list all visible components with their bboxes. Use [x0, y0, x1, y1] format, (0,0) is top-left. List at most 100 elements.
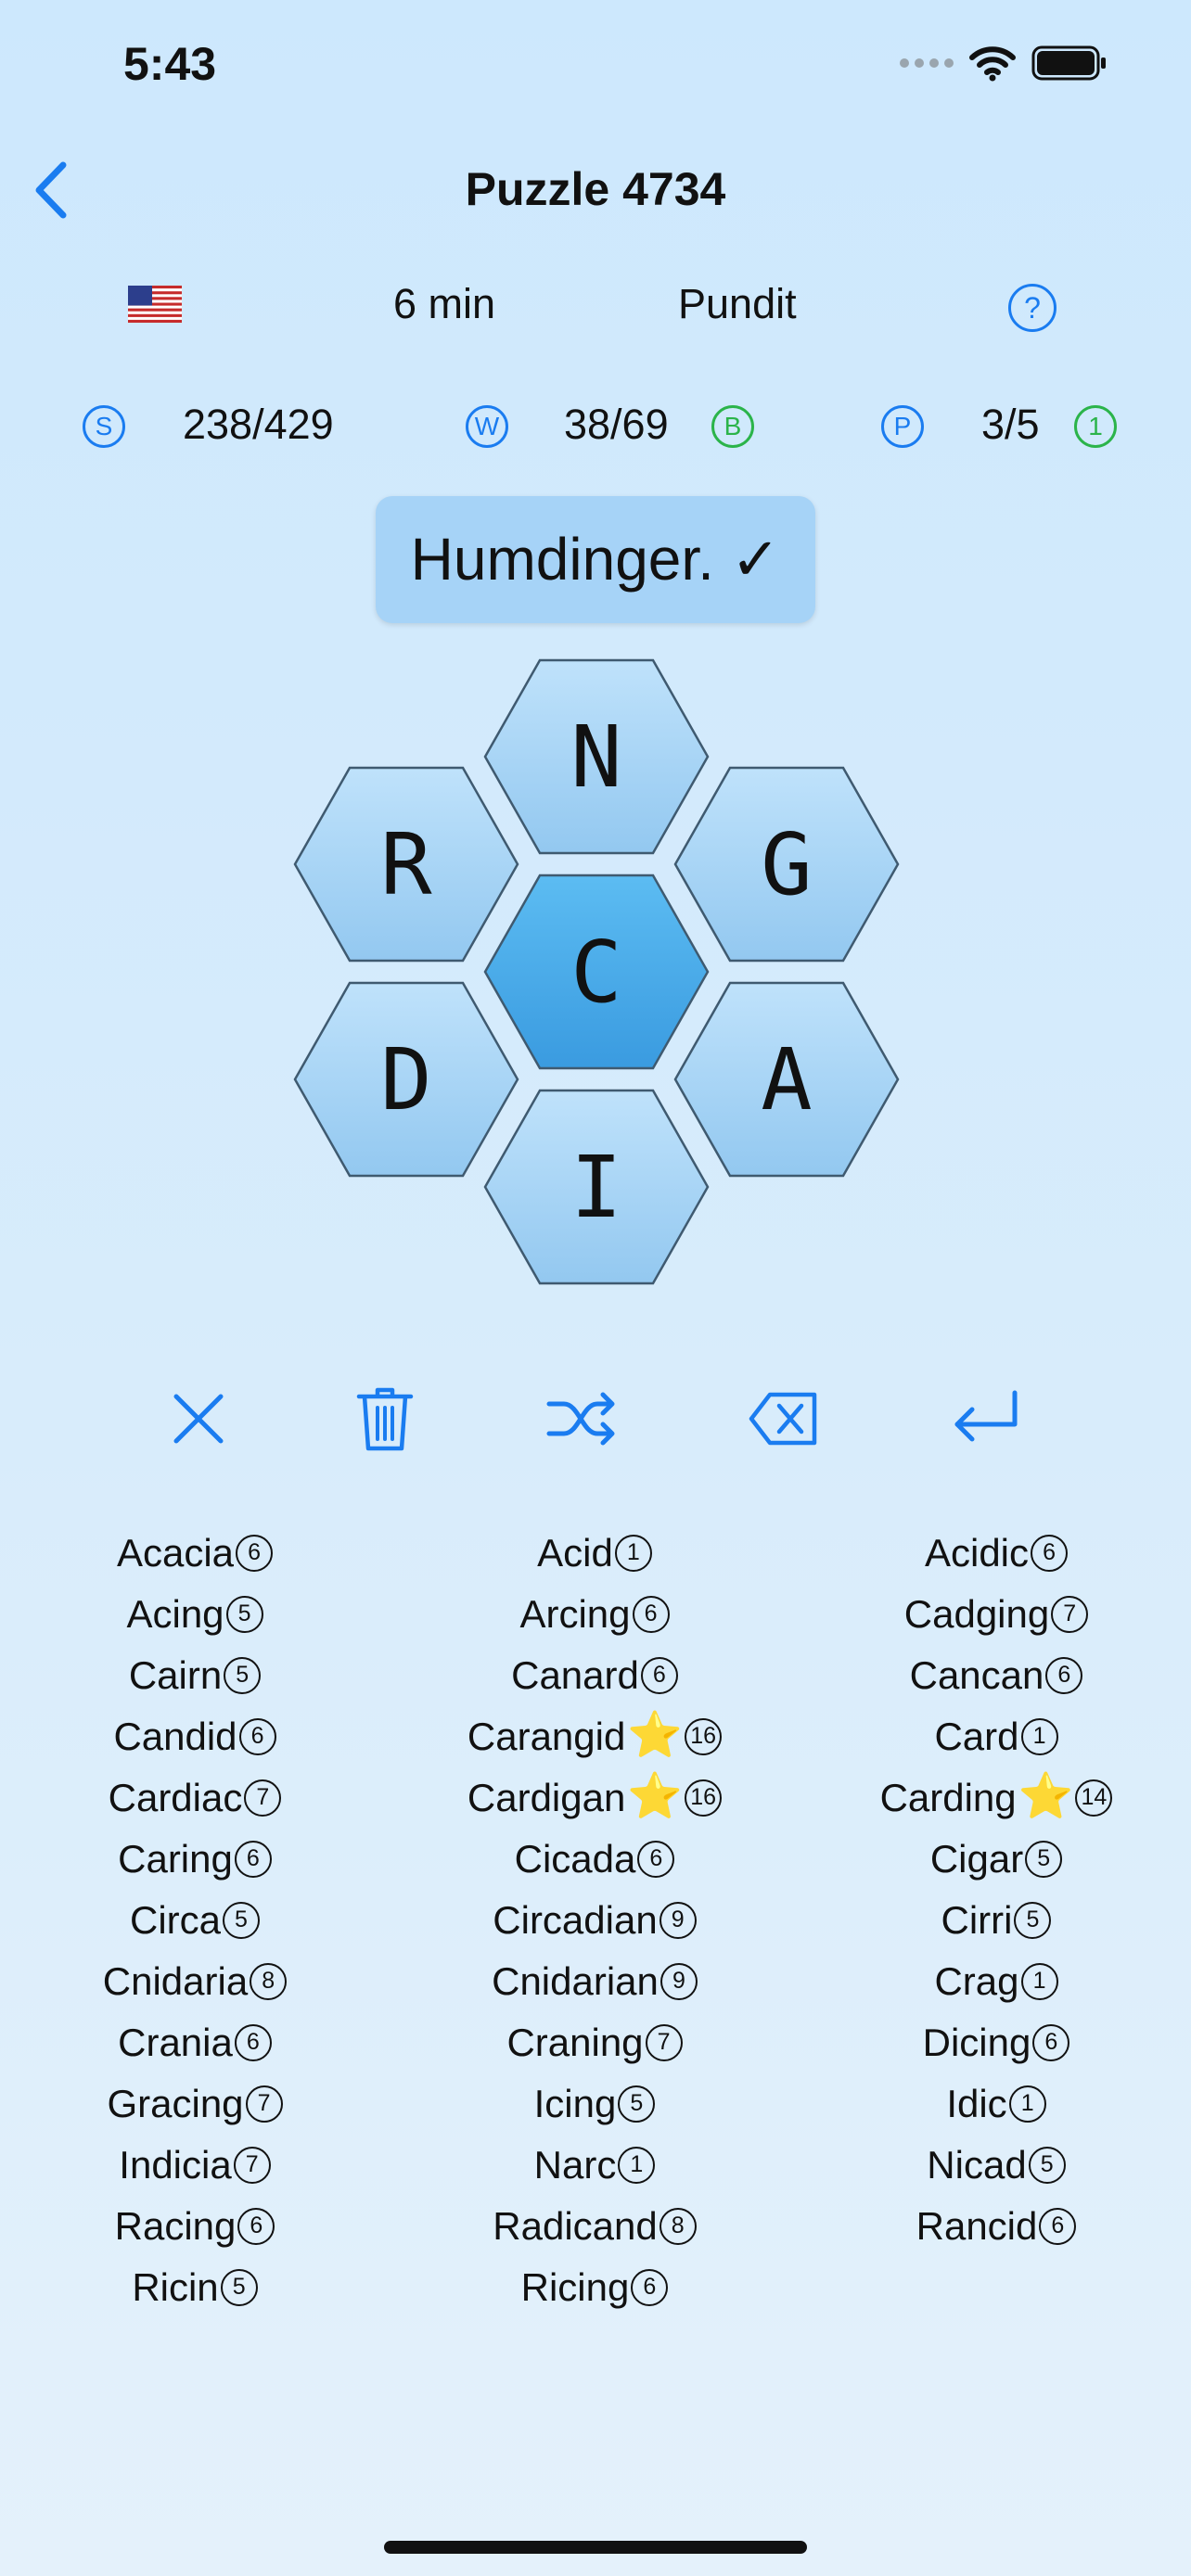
- word-score-badge: 6: [1031, 1534, 1069, 1572]
- word-score-badge: 5: [1014, 1901, 1052, 1939]
- pangrams-badge: P: [881, 405, 924, 448]
- word-item[interactable]: Candid 6: [0, 1709, 390, 1770]
- word-item[interactable]: Cicada 6: [400, 1831, 789, 1893]
- word-score-badge: 6: [236, 1534, 274, 1572]
- word-item[interactable]: Cigar 5: [801, 1831, 1191, 1893]
- score-value: 238/429: [183, 401, 334, 448]
- status-time: 5:43: [123, 38, 217, 90]
- word-item[interactable]: Cairn 5: [0, 1648, 390, 1709]
- word-text: Circa: [129, 1898, 221, 1942]
- word-text: Card: [934, 1715, 1019, 1758]
- word-item[interactable]: Racing 6: [0, 2199, 390, 2260]
- word-item[interactable]: Cadging 7: [801, 1587, 1191, 1648]
- word-item[interactable]: Acid 1: [400, 1525, 789, 1587]
- backspace-button[interactable]: [748, 1382, 822, 1456]
- word-score-badge: 6: [238, 1717, 276, 1755]
- word-text: Carangid: [467, 1715, 626, 1758]
- word-score-badge: 6: [1039, 2207, 1077, 2245]
- hex-bottom[interactable]: I: [483, 1089, 710, 1285]
- us-flag-icon: [128, 286, 182, 323]
- word-column-1: Acacia 6 Acing 5 Cairn 5 Candid 6 Cardiac 7 Caring…: [0, 1525, 390, 2321]
- backspace-icon: [749, 1392, 817, 1446]
- help-button[interactable]: ?: [1008, 284, 1057, 332]
- word-item[interactable]: Cardigan⭐ 16: [400, 1770, 789, 1831]
- word-text: Gracing: [107, 2082, 244, 2125]
- pangram-count-badge: 1: [1074, 405, 1117, 448]
- word-item[interactable]: Narc 1: [400, 2137, 789, 2199]
- word-text: Rancid: [916, 2204, 1038, 2248]
- word-score-badge: 9: [660, 1962, 698, 2000]
- score-badge: S: [83, 405, 125, 448]
- word-item[interactable]: Arcing 6: [400, 1587, 789, 1648]
- word-text: Candid: [113, 1715, 237, 1758]
- word-item[interactable]: Gracing 7: [0, 2076, 390, 2137]
- word-score-badge: 1: [1020, 1717, 1058, 1755]
- word-text: Cicada: [514, 1837, 636, 1881]
- words-badge: W: [466, 405, 508, 448]
- return-icon: [954, 1390, 1018, 1442]
- shuffle-button[interactable]: [544, 1382, 618, 1456]
- word-item[interactable]: Cnidarian 9: [400, 1954, 789, 2015]
- word-item[interactable]: Crania 6: [0, 2015, 390, 2076]
- word-text: Cigar: [929, 1837, 1024, 1881]
- word-item[interactable]: Card 1: [801, 1709, 1191, 1770]
- word-item[interactable]: Acing 5: [0, 1587, 390, 1648]
- word-score-badge: 6: [237, 2207, 275, 2245]
- word-score-badge: 8: [659, 2207, 697, 2245]
- word-item[interactable]: Carding⭐ 14: [801, 1770, 1191, 1831]
- word-item[interactable]: Circa 5: [0, 1893, 390, 1954]
- hex-letter: I: [570, 1137, 622, 1237]
- word-score-badge: 1: [1020, 1962, 1058, 2000]
- word-score-badge: 1: [1008, 2085, 1046, 2123]
- word-item[interactable]: Dicing 6: [801, 2015, 1191, 2076]
- word-item[interactable]: Acacia 6: [0, 1525, 390, 1587]
- battery-icon: [1031, 45, 1108, 82]
- word-item[interactable]: Craning 7: [400, 2015, 789, 2076]
- word-item[interactable]: Cancan 6: [801, 1648, 1191, 1709]
- shuffle-icon: [546, 1392, 615, 1446]
- word-item[interactable]: Idic 1: [801, 2076, 1191, 2137]
- word-text: Crania: [118, 2021, 233, 2064]
- word-text: Cairn: [128, 1653, 223, 1697]
- word-item[interactable]: Carangid⭐ 16: [400, 1709, 789, 1770]
- word-item[interactable]: Canard 6: [400, 1648, 789, 1709]
- word-item[interactable]: Ricing 6: [400, 2260, 789, 2321]
- word-item[interactable]: Cnidaria 8: [0, 1954, 390, 2015]
- elapsed-time: 6 min: [393, 280, 496, 327]
- close-icon: [173, 1394, 224, 1444]
- word-text: Cnidarian: [492, 1959, 659, 2003]
- home-indicator: [384, 2541, 807, 2554]
- word-item[interactable]: Ricin 5: [0, 2260, 390, 2321]
- word-item[interactable]: Icing 5: [400, 2076, 789, 2137]
- word-score-badge: 6: [637, 1840, 675, 1878]
- word-item[interactable]: Cardiac 7: [0, 1770, 390, 1831]
- word-text: Craning: [506, 2021, 644, 2064]
- words-value: 38/69: [564, 401, 669, 448]
- word-item[interactable]: Acidic 6: [801, 1525, 1191, 1587]
- word-item[interactable]: Nicad 5: [801, 2137, 1191, 2199]
- word-item[interactable]: Indicia 7: [0, 2137, 390, 2199]
- enter-button[interactable]: [948, 1382, 1022, 1456]
- delete-button[interactable]: [348, 1382, 422, 1456]
- word-text: Cardigan: [467, 1776, 626, 1819]
- word-item[interactable]: Cirri 5: [801, 1893, 1191, 1954]
- word-item[interactable]: Crag 1: [801, 1954, 1191, 2015]
- word-column-2: Acid 1 Arcing 6 Canard 6 Carangid⭐ 16 Cardigan⭐ 1…: [400, 1525, 789, 2321]
- word-score-badge: 14: [1075, 1779, 1113, 1817]
- word-item[interactable]: Caring 6: [0, 1831, 390, 1893]
- word-item[interactable]: Circadian 9: [400, 1893, 789, 1954]
- word-item[interactable]: Rancid 6: [801, 2199, 1191, 2260]
- clear-button[interactable]: [161, 1382, 236, 1456]
- word-score-badge: 7: [645, 2023, 683, 2061]
- signal-icon: [900, 58, 954, 68]
- word-item[interactable]: Radicand 8: [400, 2199, 789, 2260]
- word-text: Canard: [511, 1653, 639, 1697]
- word-score-badge: 6: [234, 2023, 272, 2061]
- word-text: Icing: [533, 2082, 617, 2125]
- word-text: Radicand: [493, 2204, 658, 2248]
- word-score-badge: 6: [632, 1595, 670, 1633]
- word-score-badge: 6: [631, 2268, 669, 2306]
- word-text: Caring: [118, 1837, 233, 1881]
- word-score-badge: 6: [1045, 1656, 1083, 1694]
- word-score-badge: 5: [225, 1595, 263, 1633]
